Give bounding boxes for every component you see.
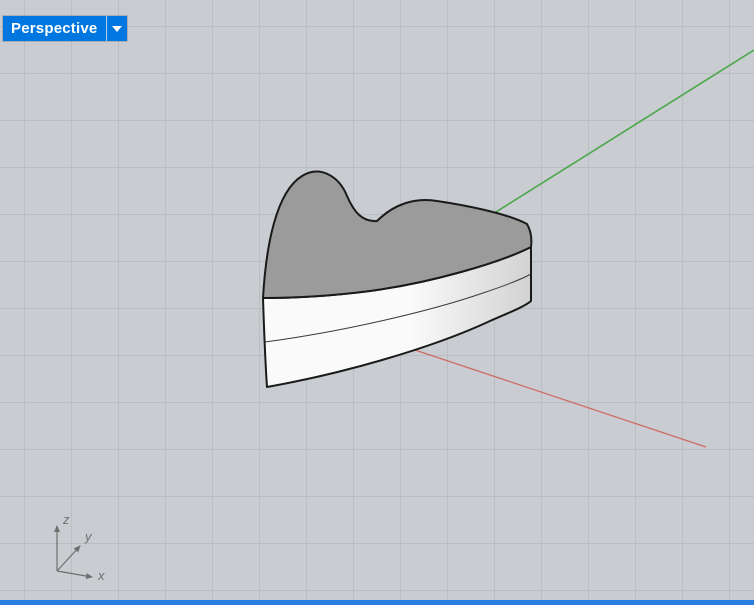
gizmo-x-axis-arrow [56,570,93,579]
gizmo-y-axis-arrow [56,545,81,572]
viewport-canvas[interactable]: z y x [0,0,754,605]
perspective-viewport[interactable]: z y x Perspective [0,0,754,605]
heart-solid[interactable] [262,170,533,388]
gizmo-z-label: z [62,512,70,527]
world-axes-gizmo: z y x [54,512,105,583]
viewport-title[interactable]: Perspective [3,16,107,41]
viewport-title-bar: Perspective [3,16,128,41]
window-border-bottom [0,600,754,605]
gizmo-x-label: x [97,568,105,583]
chevron-down-icon [112,25,123,32]
viewport-title-dropdown-button[interactable] [106,16,128,41]
gizmo-y-label: y [84,529,93,544]
